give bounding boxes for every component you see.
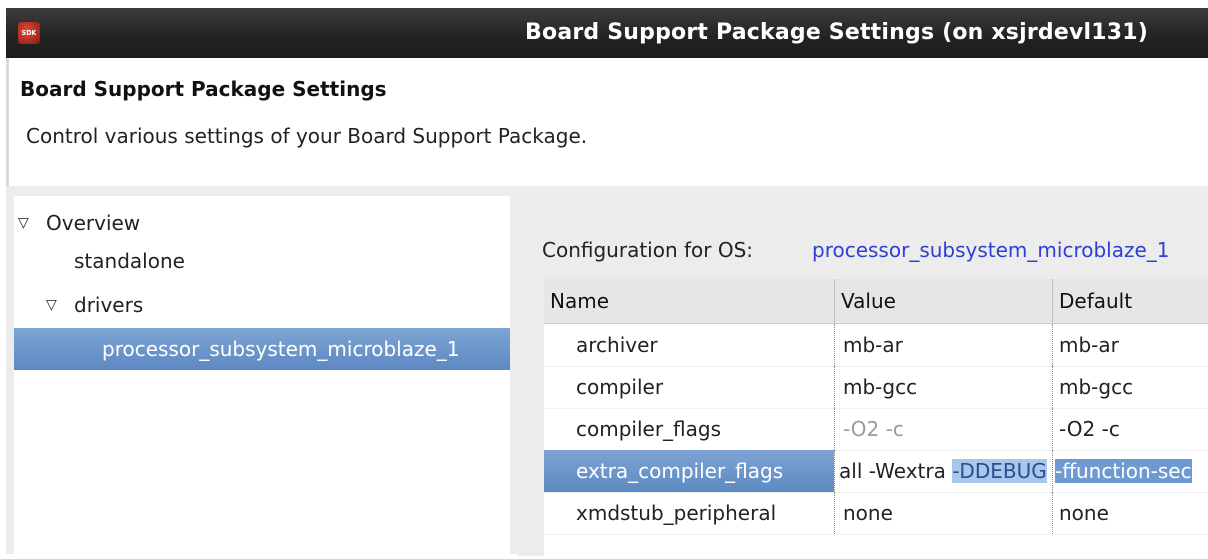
tree-item-processor[interactable]: processor_subsystem_microblaze_1 <box>14 328 510 370</box>
tree-item-label: processor_subsystem_microblaze_1 <box>102 337 460 361</box>
tree-item-label: standalone <box>74 249 185 273</box>
tree-item-overview[interactable]: ▽ Overview <box>14 204 510 242</box>
tree-item-drivers[interactable]: ▽ drivers <box>14 286 510 324</box>
row-default: mb-gcc <box>1052 366 1208 408</box>
window-title: Board Support Package Settings (on xsjrd… <box>525 20 1148 45</box>
table-row[interactable]: archiver mb-ar mb-ar <box>544 324 1208 367</box>
column-header-name[interactable]: Name <box>544 279 830 323</box>
row-value[interactable]: none <box>834 492 1053 534</box>
config-os-value: processor_subsystem_microblaze_1 <box>812 238 1170 262</box>
settings-tree: ▽ Overview standalone ▽ drivers processo… <box>14 196 510 556</box>
table-row-selected[interactable]: extra_compiler_flags all -Wextra -DDEBUG… <box>544 450 1208 493</box>
row-name: compiler <box>576 375 664 399</box>
row-value[interactable]: mb-ar <box>834 324 1053 366</box>
row-name: archiver <box>576 333 658 357</box>
dialog-content: ▽ Overview standalone ▽ drivers processo… <box>6 186 1208 559</box>
row-value[interactable]: mb-gcc <box>834 366 1053 408</box>
column-header-value[interactable]: Value <box>834 279 1041 323</box>
page-description: Control various settings of your Board S… <box>26 124 588 148</box>
os-configuration-panel: Configuration for OS: processor_subsyste… <box>518 196 1208 559</box>
table-row[interactable]: compiler_flags -O2 -c -O2 -c <box>544 408 1208 451</box>
row-default: none <box>1052 492 1208 534</box>
row-default: -ffunction-sec <box>1052 450 1208 492</box>
table-row[interactable]: xmdstub_peripheral none none <box>544 492 1208 535</box>
tree-item-label: Overview <box>46 211 141 235</box>
settings-table: Name Value Default archiver mb-ar mb-ar … <box>544 279 1208 559</box>
page-title: Board Support Package Settings <box>20 77 387 101</box>
tree-item-label: drivers <box>74 293 144 317</box>
sdk-app-icon: SDK <box>18 22 40 44</box>
row-default: -O2 -c <box>1052 408 1208 450</box>
default-text-highlighted: -ffunction-sec <box>1055 459 1192 483</box>
tree-item-standalone[interactable]: standalone <box>14 242 510 280</box>
row-name: compiler_flags <box>576 417 722 441</box>
table-row[interactable]: compiler mb-gcc mb-gcc <box>544 366 1208 409</box>
row-name: extra_compiler_flags <box>544 450 834 492</box>
column-header-default[interactable]: Default <box>1052 279 1208 323</box>
value-text-highlighted: -DDEBUG <box>952 459 1047 483</box>
dialog-header: Board Support Package Settings Control v… <box>6 58 1208 186</box>
row-default: mb-ar <box>1052 324 1208 366</box>
row-value[interactable]: -O2 -c <box>834 408 1053 450</box>
expand-arrow-icon[interactable]: ▽ <box>18 204 29 242</box>
table-header: Name Value Default <box>544 279 1208 324</box>
value-text: all -Wextra <box>839 459 953 483</box>
window-titlebar: SDK Board Support Package Settings (on x… <box>6 8 1208 58</box>
row-value-editor[interactable]: all -Wextra -DDEBUG <box>834 450 1051 492</box>
config-label: Configuration for OS: <box>542 238 754 262</box>
row-name: xmdstub_peripheral <box>576 501 777 525</box>
expand-arrow-icon[interactable]: ▽ <box>46 286 57 324</box>
